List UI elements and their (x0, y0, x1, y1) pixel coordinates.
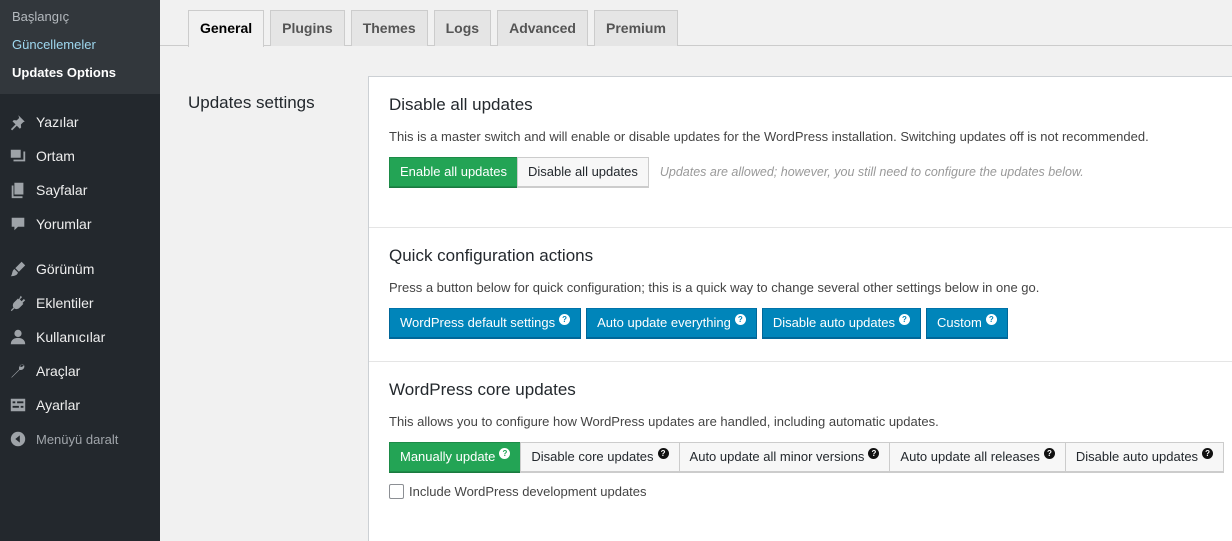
core-updates-section: WordPress core updates This allows you t… (369, 362, 1232, 499)
quick-config-description: Press a button below for quick configura… (389, 280, 1040, 295)
settings-tabs: General Plugins Themes Logs Advanced Pre… (188, 10, 684, 47)
sidebar-item-label: Görünüm (36, 261, 95, 277)
sidebar-item-collapse-menu[interactable]: Menüyü daralt (0, 422, 160, 456)
tools-icon (9, 362, 27, 380)
help-icon[interactable]: ? (868, 447, 880, 459)
tab-logs[interactable]: Logs (433, 10, 492, 46)
core-updates-title: WordPress core updates (389, 380, 576, 399)
tab-premium[interactable]: Premium (594, 10, 678, 46)
disable-all-title: Disable all updates (389, 95, 533, 114)
help-icon[interactable]: ? (1043, 447, 1055, 459)
disable-core-auto-updates-button[interactable]: Disable auto updates ? (1064, 442, 1225, 472)
button-label: Auto update everything (597, 315, 731, 330)
help-icon[interactable]: ? (734, 313, 746, 325)
tab-advanced[interactable]: Advanced (497, 10, 588, 46)
comments-icon (9, 215, 27, 233)
help-icon[interactable]: ? (985, 313, 997, 325)
tab-plugins[interactable]: Plugins (270, 10, 345, 46)
core-updates-description: This allows you to configure how WordPre… (389, 414, 939, 429)
disable-core-updates-button[interactable]: Disable core updates ? (520, 442, 680, 472)
button-label: Disable core updates (531, 449, 654, 464)
sidebar-item-label: Araçlar (36, 363, 81, 379)
disable-auto-updates-button[interactable]: Disable auto updates ? (761, 308, 921, 338)
pin-icon (9, 113, 27, 131)
sidebar-item-yorumlar[interactable]: Yorumlar (0, 207, 160, 241)
button-label: Manually update (400, 449, 496, 464)
appearance-icon (9, 260, 27, 278)
sidebar-item-label: Kullanıcılar (36, 329, 106, 345)
media-icon (9, 147, 27, 165)
sidebar-item-label: Ayarlar (36, 397, 81, 413)
settings-panel: Disable all updates This is a master swi… (368, 76, 1232, 541)
sidebar-item-kullanicilar[interactable]: Kullanıcılar (0, 320, 160, 354)
sidebar-item-label: Menüyü daralt (36, 431, 119, 447)
core-updates-options: Manually update ? Disable core updates ?… (389, 442, 1225, 472)
dev-updates-label: Include WordPress development updates (409, 484, 647, 499)
admin-sidebar: Başlangıç Güncellemeler Updates Options … (0, 0, 160, 541)
sidebar-item-label: Ortam (36, 148, 75, 164)
button-label: Auto update all minor versions (689, 449, 865, 464)
dev-updates-option[interactable]: Include WordPress development updates (389, 484, 1212, 499)
sidebar-item-gorunum[interactable]: Görünüm (0, 252, 160, 286)
wordpress-default-settings-button[interactable]: WordPress default settings ? (389, 308, 582, 338)
tab-general[interactable]: General (188, 10, 265, 47)
sidebar-item-sayfalar[interactable]: Sayfalar (0, 173, 160, 207)
sidebar-item-label: Yazılar (36, 114, 79, 130)
button-label: Custom (937, 315, 982, 330)
dev-updates-checkbox[interactable] (389, 484, 404, 499)
sidebar-item-label: Yorumlar (36, 216, 92, 232)
quick-config-title: Quick configuration actions (389, 246, 594, 265)
manually-update-button[interactable]: Manually update ? (389, 442, 522, 472)
master-switch-hint: Updates are allowed; however, you still … (659, 165, 1084, 179)
disable-all-updates-section: Disable all updates This is a master swi… (369, 77, 1232, 228)
submenu-item-baslangic[interactable]: Başlangıç (0, 6, 160, 34)
button-label: Auto update all releases (900, 449, 1040, 464)
auto-update-minor-versions-button[interactable]: Auto update all minor versions ? (678, 442, 891, 472)
collapse-icon (9, 430, 27, 448)
custom-button[interactable]: Custom ? (926, 308, 1008, 338)
sidebar-item-label: Sayfalar (36, 182, 88, 198)
section-title: Updates settings (188, 93, 315, 112)
sidebar-submenu: Başlangıç Güncellemeler Updates Options (0, 0, 160, 94)
tab-themes[interactable]: Themes (350, 10, 428, 46)
disable-all-updates-button[interactable]: Disable all updates (516, 157, 649, 187)
help-icon[interactable]: ? (1202, 447, 1214, 459)
submenu-item-updates-options[interactable]: Updates Options (0, 62, 160, 90)
sidebar-item-yazilar[interactable]: Yazılar (0, 105, 160, 139)
sidebar-item-label: Eklentiler (36, 295, 94, 311)
sidebar-menu: Yazılar Ortam Sayfalar Yorumlar Görünüm … (0, 94, 160, 456)
enable-all-updates-button[interactable]: Enable all updates (389, 157, 518, 187)
help-icon[interactable]: ? (499, 447, 511, 459)
settings-icon (9, 396, 27, 414)
auto-update-all-releases-button[interactable]: Auto update all releases ? (889, 442, 1066, 472)
submenu-item-guncellemeler[interactable]: Güncellemeler (0, 34, 160, 62)
pages-icon (9, 181, 27, 199)
sidebar-item-araclar[interactable]: Araçlar (0, 354, 160, 388)
sidebar-item-eklentiler[interactable]: Eklentiler (0, 286, 160, 320)
sidebar-item-ayarlar[interactable]: Ayarlar (0, 388, 160, 422)
auto-update-everything-button[interactable]: Auto update everything ? (586, 308, 757, 338)
users-icon (9, 328, 27, 346)
button-label: WordPress default settings (400, 315, 556, 330)
disable-all-description: This is a master switch and will enable … (389, 129, 1149, 144)
sidebar-item-ortam[interactable]: Ortam (0, 139, 160, 173)
quick-config-section: Quick configuration actions Press a butt… (369, 228, 1232, 362)
master-switch-group: Enable all updates Disable all updates U… (389, 157, 1212, 187)
button-label: Disable auto updates (1075, 449, 1199, 464)
plugins-icon (9, 294, 27, 312)
help-icon[interactable]: ? (657, 447, 669, 459)
quick-config-buttons: WordPress default settings ? Auto update… (389, 308, 1212, 338)
help-icon[interactable]: ? (559, 313, 571, 325)
help-icon[interactable]: ? (899, 313, 910, 325)
button-label: Disable auto updates (772, 315, 895, 330)
